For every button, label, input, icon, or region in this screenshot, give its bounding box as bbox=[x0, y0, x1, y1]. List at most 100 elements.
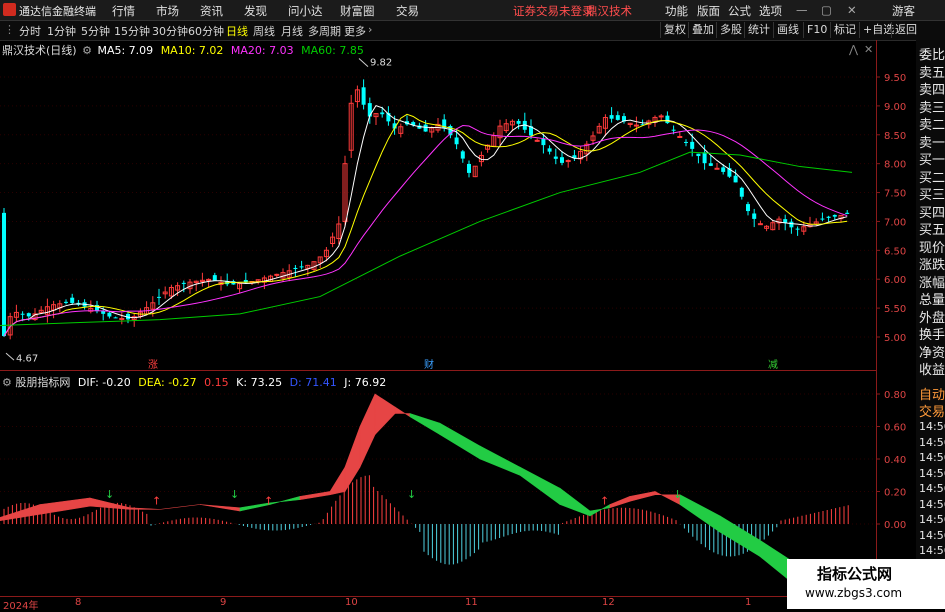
candle-body bbox=[789, 221, 794, 228]
period-5min[interactable]: 5分钟 bbox=[81, 23, 110, 39]
ribbon-segment bbox=[0, 504, 41, 522]
candle-body bbox=[20, 313, 25, 315]
menu-formula[interactable]: 公式 bbox=[728, 3, 751, 19]
btn-mark[interactable]: 标记 bbox=[830, 22, 859, 38]
marker-finance: 财 bbox=[424, 358, 434, 370]
period-multi[interactable]: 多周期 bbox=[308, 23, 341, 39]
tick-time-3: 14:56 bbox=[919, 466, 945, 480]
indicator-tick-label: 0.00 bbox=[884, 520, 906, 531]
period-weekly[interactable]: 周线 bbox=[253, 23, 275, 39]
candle-body bbox=[361, 87, 366, 105]
tick-time-1: 14:56 bbox=[919, 435, 945, 449]
ribbon-segment bbox=[299, 491, 331, 500]
price-tick-label: 6.00 bbox=[884, 275, 906, 286]
price-tick-label: 5.50 bbox=[884, 304, 906, 315]
close-icon[interactable]: ✕ bbox=[847, 3, 857, 17]
ma10-line bbox=[3, 113, 848, 337]
period-toolbar: ⋮ 分时 1分钟 5分钟 15分钟 30分钟 60分钟 日线 周线 月线 多周期… bbox=[0, 21, 945, 41]
btn-overlay[interactable]: 叠加 bbox=[688, 22, 717, 38]
guest-user[interactable]: 游客 bbox=[892, 3, 915, 19]
candle-body bbox=[733, 175, 738, 183]
period-15min[interactable]: 15分钟 bbox=[114, 23, 150, 39]
candle-body bbox=[547, 148, 552, 152]
candle-body bbox=[454, 137, 459, 145]
indicator-tick-label: 0.60 bbox=[884, 423, 906, 434]
login-notice[interactable]: 证券交易未登录 bbox=[513, 3, 594, 19]
candle-body bbox=[684, 141, 688, 143]
menu-market-center[interactable]: 市场 bbox=[156, 3, 179, 19]
ribbon-segment bbox=[329, 466, 346, 496]
menu-layout[interactable]: 版面 bbox=[697, 3, 720, 19]
candle-body bbox=[2, 212, 6, 337]
date-label-sep: 9 bbox=[220, 597, 227, 608]
chart-divider bbox=[0, 370, 876, 371]
ribbon-segment bbox=[129, 507, 161, 510]
menu-discover[interactable]: 发现 bbox=[244, 3, 267, 19]
candle-body bbox=[752, 213, 757, 219]
more-chevron-icon[interactable]: › bbox=[368, 23, 372, 36]
candlestick-chart[interactable]: 9.82 4.67 涨 财 减 bbox=[0, 40, 876, 370]
candle-body bbox=[212, 275, 217, 281]
candle-body bbox=[64, 301, 68, 303]
period-1min[interactable]: 1分钟 bbox=[47, 23, 76, 39]
sell-arrow-icon: ↓ bbox=[230, 488, 239, 501]
period-daily[interactable]: 日线 bbox=[226, 23, 248, 39]
menu-news[interactable]: 资讯 bbox=[200, 3, 223, 19]
indicator-chart[interactable]: ↓ ↑ ↓ ↑ ↓ ↑ ↓ bbox=[0, 384, 876, 597]
menu-function[interactable]: 功能 bbox=[665, 3, 688, 19]
btn-restore-rights[interactable]: 复权 bbox=[660, 22, 689, 38]
candle-body bbox=[70, 297, 75, 303]
sell-arrow-icon: ↓ bbox=[105, 488, 114, 501]
indicator-tick-label: 0.40 bbox=[884, 455, 906, 466]
menu-ask[interactable]: 问小达 bbox=[288, 3, 323, 19]
tick-time-7: 14:56 bbox=[919, 528, 945, 542]
marker-reduce: 减 bbox=[768, 359, 778, 370]
tick-time-2: 14:56 bbox=[919, 451, 945, 464]
period-more[interactable]: 更多 bbox=[344, 23, 366, 39]
btn-draw-line[interactable]: 画线 bbox=[773, 22, 802, 38]
period-30min[interactable]: 30分钟 bbox=[152, 23, 188, 39]
indicator-tick-label: 0.80 bbox=[884, 390, 906, 401]
side-item-16: 换手 bbox=[919, 328, 945, 343]
btn-back[interactable]: 返回 bbox=[891, 22, 920, 38]
low-value-label: 4.67 bbox=[16, 353, 38, 364]
price-tick-label: 9.50 bbox=[884, 73, 906, 84]
ma5-line bbox=[3, 105, 848, 337]
candle-body bbox=[677, 136, 683, 139]
side-item-11: 现价 bbox=[919, 240, 945, 256]
menu-trade[interactable]: 交易 bbox=[396, 3, 419, 19]
candle-body bbox=[708, 163, 713, 166]
price-tick-label: 7.50 bbox=[884, 189, 906, 200]
candle-body bbox=[119, 317, 125, 320]
auto-trade-line2[interactable]: 交易 bbox=[919, 401, 945, 420]
toolbar-grip-icon: ⋮ bbox=[4, 23, 15, 36]
ribbon-segment bbox=[479, 445, 521, 476]
menu-market[interactable]: 行情 bbox=[112, 3, 135, 19]
candle-body bbox=[26, 313, 31, 317]
period-tick[interactable]: 分时 bbox=[19, 23, 41, 39]
watermark-url: www.zbgs3.com bbox=[805, 586, 903, 600]
tick-time-5: 14:56 bbox=[919, 497, 945, 511]
candle-body bbox=[826, 216, 831, 218]
period-monthly[interactable]: 月线 bbox=[281, 23, 303, 39]
menu-options[interactable]: 选项 bbox=[759, 3, 782, 19]
price-tick-label: 7.00 bbox=[884, 217, 906, 228]
watermark-title: 指标公式网 bbox=[817, 565, 893, 583]
side-item-3: 卖三 bbox=[919, 100, 945, 116]
candle-body bbox=[460, 151, 465, 159]
marker-up: 涨 bbox=[148, 359, 158, 370]
btn-f10[interactable]: F10 bbox=[803, 22, 830, 38]
price-tick-label: 8.00 bbox=[884, 160, 906, 171]
period-60min[interactable]: 60分钟 bbox=[188, 23, 224, 39]
minimize-icon[interactable]: — bbox=[796, 3, 808, 17]
low-pointer bbox=[5, 352, 15, 361]
side-item-4: 卖二 bbox=[919, 118, 945, 133]
btn-statistics[interactable]: 统计 bbox=[744, 22, 773, 38]
ribbon-segment bbox=[344, 426, 361, 493]
candle-body bbox=[658, 115, 664, 118]
maximize-icon[interactable]: ▢ bbox=[821, 3, 832, 17]
menu-wealth[interactable]: 财富圈 bbox=[340, 3, 375, 19]
price-tick-label: 9.00 bbox=[884, 102, 906, 113]
date-label-dec: 12 bbox=[602, 597, 615, 608]
btn-multi-stock[interactable]: 多股 bbox=[716, 22, 745, 38]
